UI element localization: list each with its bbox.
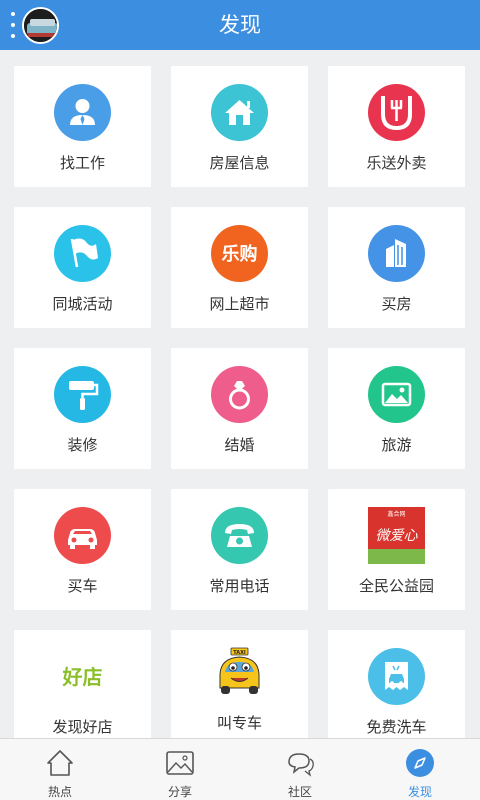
home-icon bbox=[45, 748, 75, 778]
tab-label: 热点 bbox=[47, 785, 72, 799]
landscape-photo-icon bbox=[368, 366, 425, 423]
compass-icon bbox=[405, 748, 435, 778]
tab-label: 社区 bbox=[287, 785, 312, 799]
tile-decoration[interactable]: 装修 bbox=[14, 348, 151, 469]
flag-icon bbox=[54, 225, 111, 282]
legou-logo-icon: 乐购 bbox=[211, 225, 268, 282]
paint-roller-icon bbox=[54, 366, 111, 423]
car-wash-ticket-icon bbox=[368, 648, 425, 705]
svg-text:乐购: 乐购 bbox=[222, 243, 258, 265]
tile-buy-car[interactable]: 买车 bbox=[14, 489, 151, 610]
job-seeker-icon bbox=[54, 84, 111, 141]
tile-delivery[interactable]: 乐送外卖 bbox=[328, 66, 465, 187]
tile-label: 免费洗车 bbox=[366, 718, 427, 736]
tile-city-events[interactable]: 同城活动 bbox=[14, 207, 151, 328]
good-store-logo-icon: 好店 bbox=[54, 648, 111, 705]
picture-icon bbox=[165, 748, 195, 778]
tile-housing-info[interactable]: 房屋信息 bbox=[171, 66, 308, 187]
tile-label: 结婚 bbox=[224, 436, 255, 454]
tile-online-market[interactable]: 乐购 网上超市 bbox=[171, 207, 308, 328]
tab-community[interactable]: 社区 bbox=[240, 739, 360, 800]
tab-hot[interactable]: 热点 bbox=[0, 739, 120, 800]
food-delivery-icon bbox=[368, 84, 425, 141]
tile-find-job[interactable]: 找工作 bbox=[14, 66, 151, 187]
tab-discover[interactable]: 发现 bbox=[360, 739, 480, 800]
tile-label: 网上超市 bbox=[209, 295, 270, 313]
tile-label: 找工作 bbox=[59, 154, 105, 172]
telephone-icon bbox=[211, 507, 268, 564]
tile-charity-park[interactable]: 鑫合网 微爱心 全民公益园 bbox=[328, 489, 465, 610]
svg-text:好店: 好店 bbox=[62, 665, 103, 689]
tile-call-car[interactable]: TAXI 叫专车 bbox=[171, 630, 308, 738]
tile-label: 买车 bbox=[67, 577, 98, 595]
tile-label: 买房 bbox=[381, 295, 412, 313]
ring-icon bbox=[211, 366, 268, 423]
tab-share[interactable]: 分享 bbox=[120, 739, 240, 800]
tab-label: 分享 bbox=[167, 785, 192, 799]
svg-text:微爱心: 微爱心 bbox=[376, 528, 419, 544]
building-icon bbox=[368, 225, 425, 282]
tile-label: 房屋信息 bbox=[209, 154, 270, 172]
tile-buy-house[interactable]: 买房 bbox=[328, 207, 465, 328]
page-title: 发现 bbox=[219, 13, 261, 37]
car-icon bbox=[54, 507, 111, 564]
house-icon bbox=[211, 84, 268, 141]
chat-bubbles-icon bbox=[285, 748, 315, 778]
tile-label: 装修 bbox=[67, 436, 98, 454]
tile-label: 全民公益园 bbox=[358, 577, 434, 595]
tab-label: 发现 bbox=[407, 785, 432, 799]
discover-grid: 找工作 房屋信息 乐送外卖 同城活动 乐购 网上超市 买房 装修 结婚 旅游 买… bbox=[0, 50, 480, 738]
tile-label: 发现好店 bbox=[52, 718, 113, 736]
bottom-tab-bar: 热点 分享 社区 发现 bbox=[0, 738, 480, 800]
tile-free-car-wash[interactable]: 免费洗车 bbox=[328, 630, 465, 738]
tile-label: 常用电话 bbox=[209, 577, 270, 595]
taxi-icon: TAXI bbox=[211, 644, 268, 701]
tile-wedding[interactable]: 结婚 bbox=[171, 348, 308, 469]
tile-label: 旅游 bbox=[381, 436, 412, 454]
tile-common-phone[interactable]: 常用电话 bbox=[171, 489, 308, 610]
tile-label: 乐送外卖 bbox=[366, 154, 427, 172]
tile-good-stores[interactable]: 好店 发现好店 bbox=[14, 630, 151, 738]
tile-label: 同城活动 bbox=[52, 295, 113, 313]
tile-label: 叫专车 bbox=[216, 714, 262, 732]
tile-travel[interactable]: 旅游 bbox=[328, 348, 465, 469]
svg-text:鑫合网: 鑫合网 bbox=[387, 510, 405, 518]
top-bar: 发现 bbox=[0, 0, 480, 50]
svg-text:TAXI: TAXI bbox=[233, 650, 246, 656]
charity-banner-icon: 鑫合网 微爱心 bbox=[368, 507, 425, 564]
